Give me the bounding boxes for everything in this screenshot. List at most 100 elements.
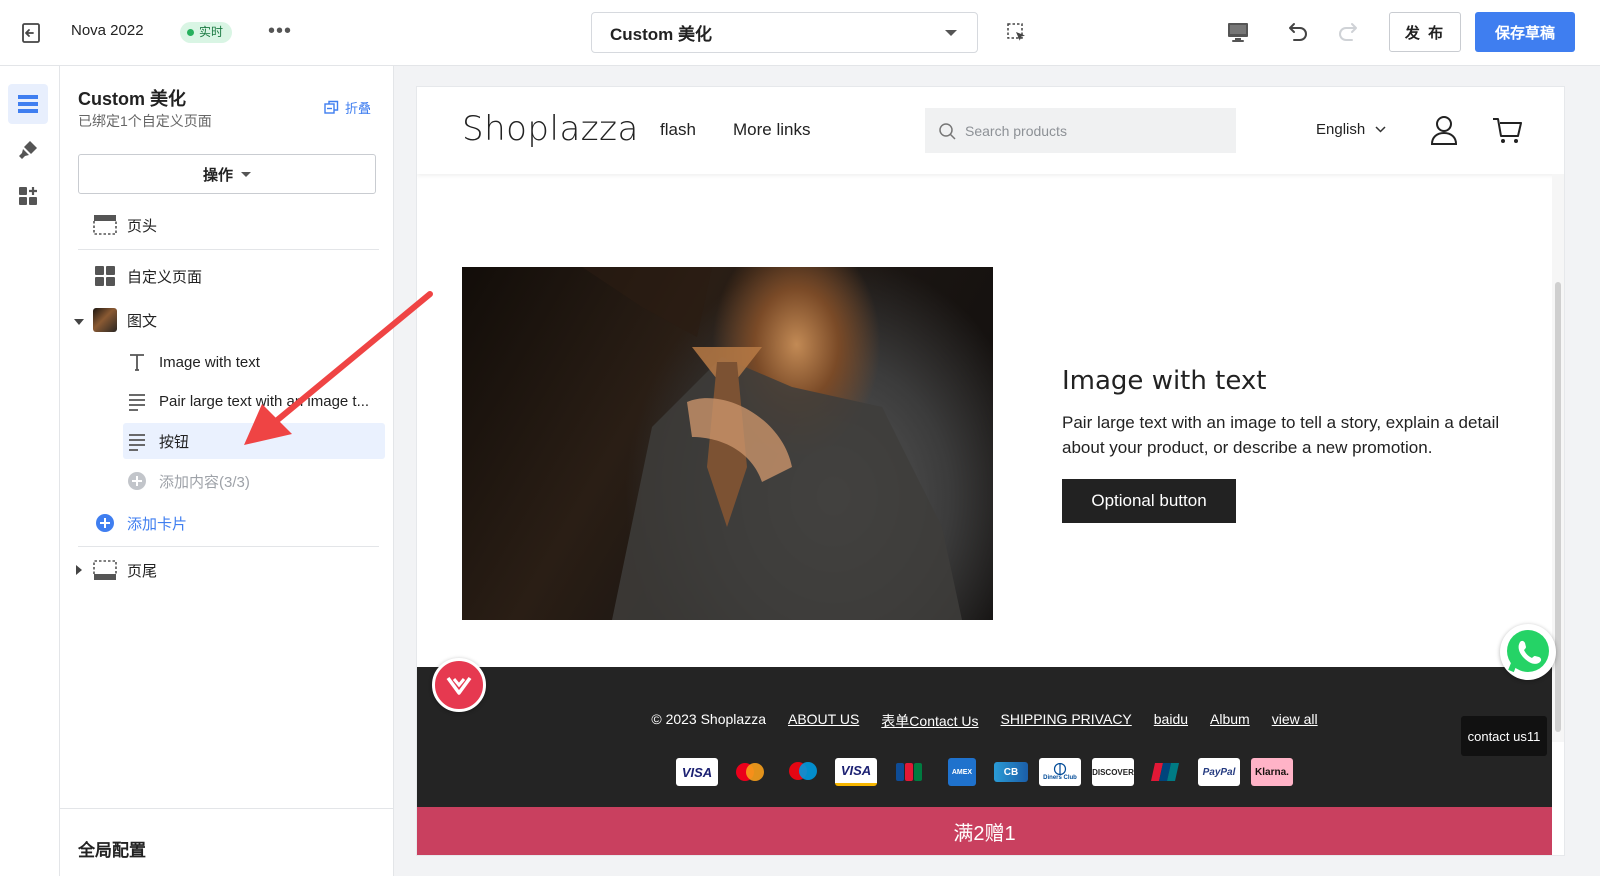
status-badge-label: 实时 [199,25,224,39]
jcb-icon [888,758,930,786]
block-button[interactable]: 按钮 [125,429,189,453]
page-subtitle: 已绑定1个自定义页面 [78,113,212,129]
footer-link[interactable]: ABOUT US [788,711,859,731]
add-circle-icon [93,511,117,535]
divider [78,249,379,250]
section-text: Pair large text with an image to tell a … [1062,413,1500,457]
contact-chip[interactable]: contact us11 [1461,716,1547,756]
footer-link[interactable]: SHIPPING PRIVACY [1001,711,1132,731]
footer-copyright: © 2023 Shoplazza [651,711,766,727]
paint-brush-icon [19,141,37,159]
section-image-text[interactable]: 图文 [93,308,157,332]
chevron-down-icon [945,30,957,36]
block-description[interactable]: Pair large text with an image t... [125,389,369,413]
page-template-select[interactable]: Custom 美化 [591,12,978,53]
theme-style-tab[interactable] [8,130,48,170]
expand-caret-icon[interactable] [74,319,84,325]
sections-tab[interactable] [8,84,48,124]
collapse-button[interactable]: 折叠 [324,98,371,117]
mastercard-icon [729,758,771,786]
search-icon [939,122,956,140]
redo-icon[interactable] [1337,19,1363,45]
live-status-badge: 实时 [180,22,233,43]
discover-icon: DISCOVER [1092,758,1134,786]
save-draft-button[interactable]: 保存草稿 [1475,12,1575,52]
language-selector[interactable]: English [1316,121,1386,138]
block-description-label: Pair large text with an image t... [159,392,370,410]
language-label: English [1316,121,1366,138]
unionpay-icon [1145,758,1187,786]
footer-section-icon [93,558,117,582]
section-image-text-label: 图文 [127,312,158,330]
section-custom-page[interactable]: 自定义页面 [93,264,202,288]
text-icon [125,350,149,374]
tool-rail [0,66,60,876]
section-footer[interactable]: 页尾 [93,558,157,582]
apps-add-icon [19,187,37,205]
paypal-icon: PayPal [1198,758,1240,786]
store-footer: © 2023 Shoplazza ABOUT US 表单Contact Us S… [417,667,1552,807]
footer-link[interactable]: 表单Contact Us [881,711,978,731]
diners-club-icon: Diners Club [1039,758,1081,786]
search-input[interactable]: Search products [925,108,1236,153]
header-section-icon [93,213,117,237]
add-card-label: 添加卡片 [127,515,188,533]
desktop-view-icon[interactable] [1226,20,1250,44]
search-placeholder: Search products [965,122,1067,139]
exit-icon[interactable] [18,20,44,46]
section-heading: Image with text [1062,366,1267,396]
chevron-down-icon [1375,126,1386,133]
whatsapp-icon[interactable] [1500,624,1556,680]
section-image[interactable] [462,267,993,620]
amex-icon: AMEX [948,758,976,786]
nav-link-flash[interactable]: flash [660,120,696,140]
promo-banner[interactable]: 满2赠1 [417,807,1552,855]
status-dot-icon [187,29,194,36]
paragraph-icon [125,429,149,453]
operations-dropdown[interactable]: 操作 [78,154,376,194]
operations-label: 操作 [202,166,233,184]
account-icon[interactable] [1429,114,1459,146]
maestro-icon [782,758,824,786]
payment-icons: VISA VISA AMEX CB Diners Club DISCOVER P… [417,758,1552,786]
more-options-icon[interactable]: ••• [268,20,292,43]
paragraph-icon [125,389,149,413]
global-config-button[interactable]: 全局配置 [60,808,394,876]
scrollbar-thumb[interactable] [1555,282,1561,732]
grid-icon [93,264,117,288]
add-content-button[interactable]: 添加内容(3/3) [125,469,250,493]
visa-icon: VISA [676,758,718,786]
section-custom-page-label: 自定义页面 [127,268,203,286]
divider [78,546,379,547]
block-title-label: Image with text [159,353,260,371]
store-logo[interactable]: Shoplazza [462,109,639,149]
footer-link[interactable]: view all [1272,711,1318,731]
expand-caret-icon[interactable] [76,565,82,575]
sections-icon [18,95,38,113]
klarna-icon: Klarna. [1251,758,1293,786]
theme-name: Nova 2022 [71,22,144,39]
footer-link[interactable]: baidu [1154,711,1188,731]
add-content-label: 添加内容(3/3) [159,473,250,491]
collapse-label: 折叠 [345,101,372,116]
element-picker-icon[interactable] [1006,22,1028,44]
section-header[interactable]: 页头 [93,213,157,237]
apps-tab[interactable] [8,176,48,216]
store-preview: Shoplazza flash More links Search produc… [417,87,1564,855]
page-template-label: Custom 美化 [610,25,712,44]
cart-icon[interactable] [1491,114,1523,146]
footer-links: © 2023 Shoplazza ABOUT US 表单Contact Us S… [417,711,1552,731]
add-card-button[interactable]: 添加卡片 [93,511,187,535]
brand-badge-icon[interactable] [432,658,486,712]
footer-link[interactable]: Album [1210,711,1250,731]
nav-link-more[interactable]: More links [733,120,810,140]
visa-debit-icon: VISA [835,758,877,786]
sections-sidebar: Custom 美化 已绑定1个自定义页面 折叠 操作 页头 自定义页面 图文 I… [60,66,394,876]
publish-button[interactable]: 发 布 [1389,12,1461,52]
block-title[interactable]: Image with text [125,350,260,374]
editor-topbar: Nova 2022 实时 ••• Custom 美化 发 布 保存草稿 [0,0,1600,66]
caret-down-icon [241,171,251,177]
store-header: Shoplazza flash More links Search produc… [417,87,1564,174]
optional-button[interactable]: Optional button [1062,479,1236,523]
undo-icon[interactable] [1283,19,1309,45]
